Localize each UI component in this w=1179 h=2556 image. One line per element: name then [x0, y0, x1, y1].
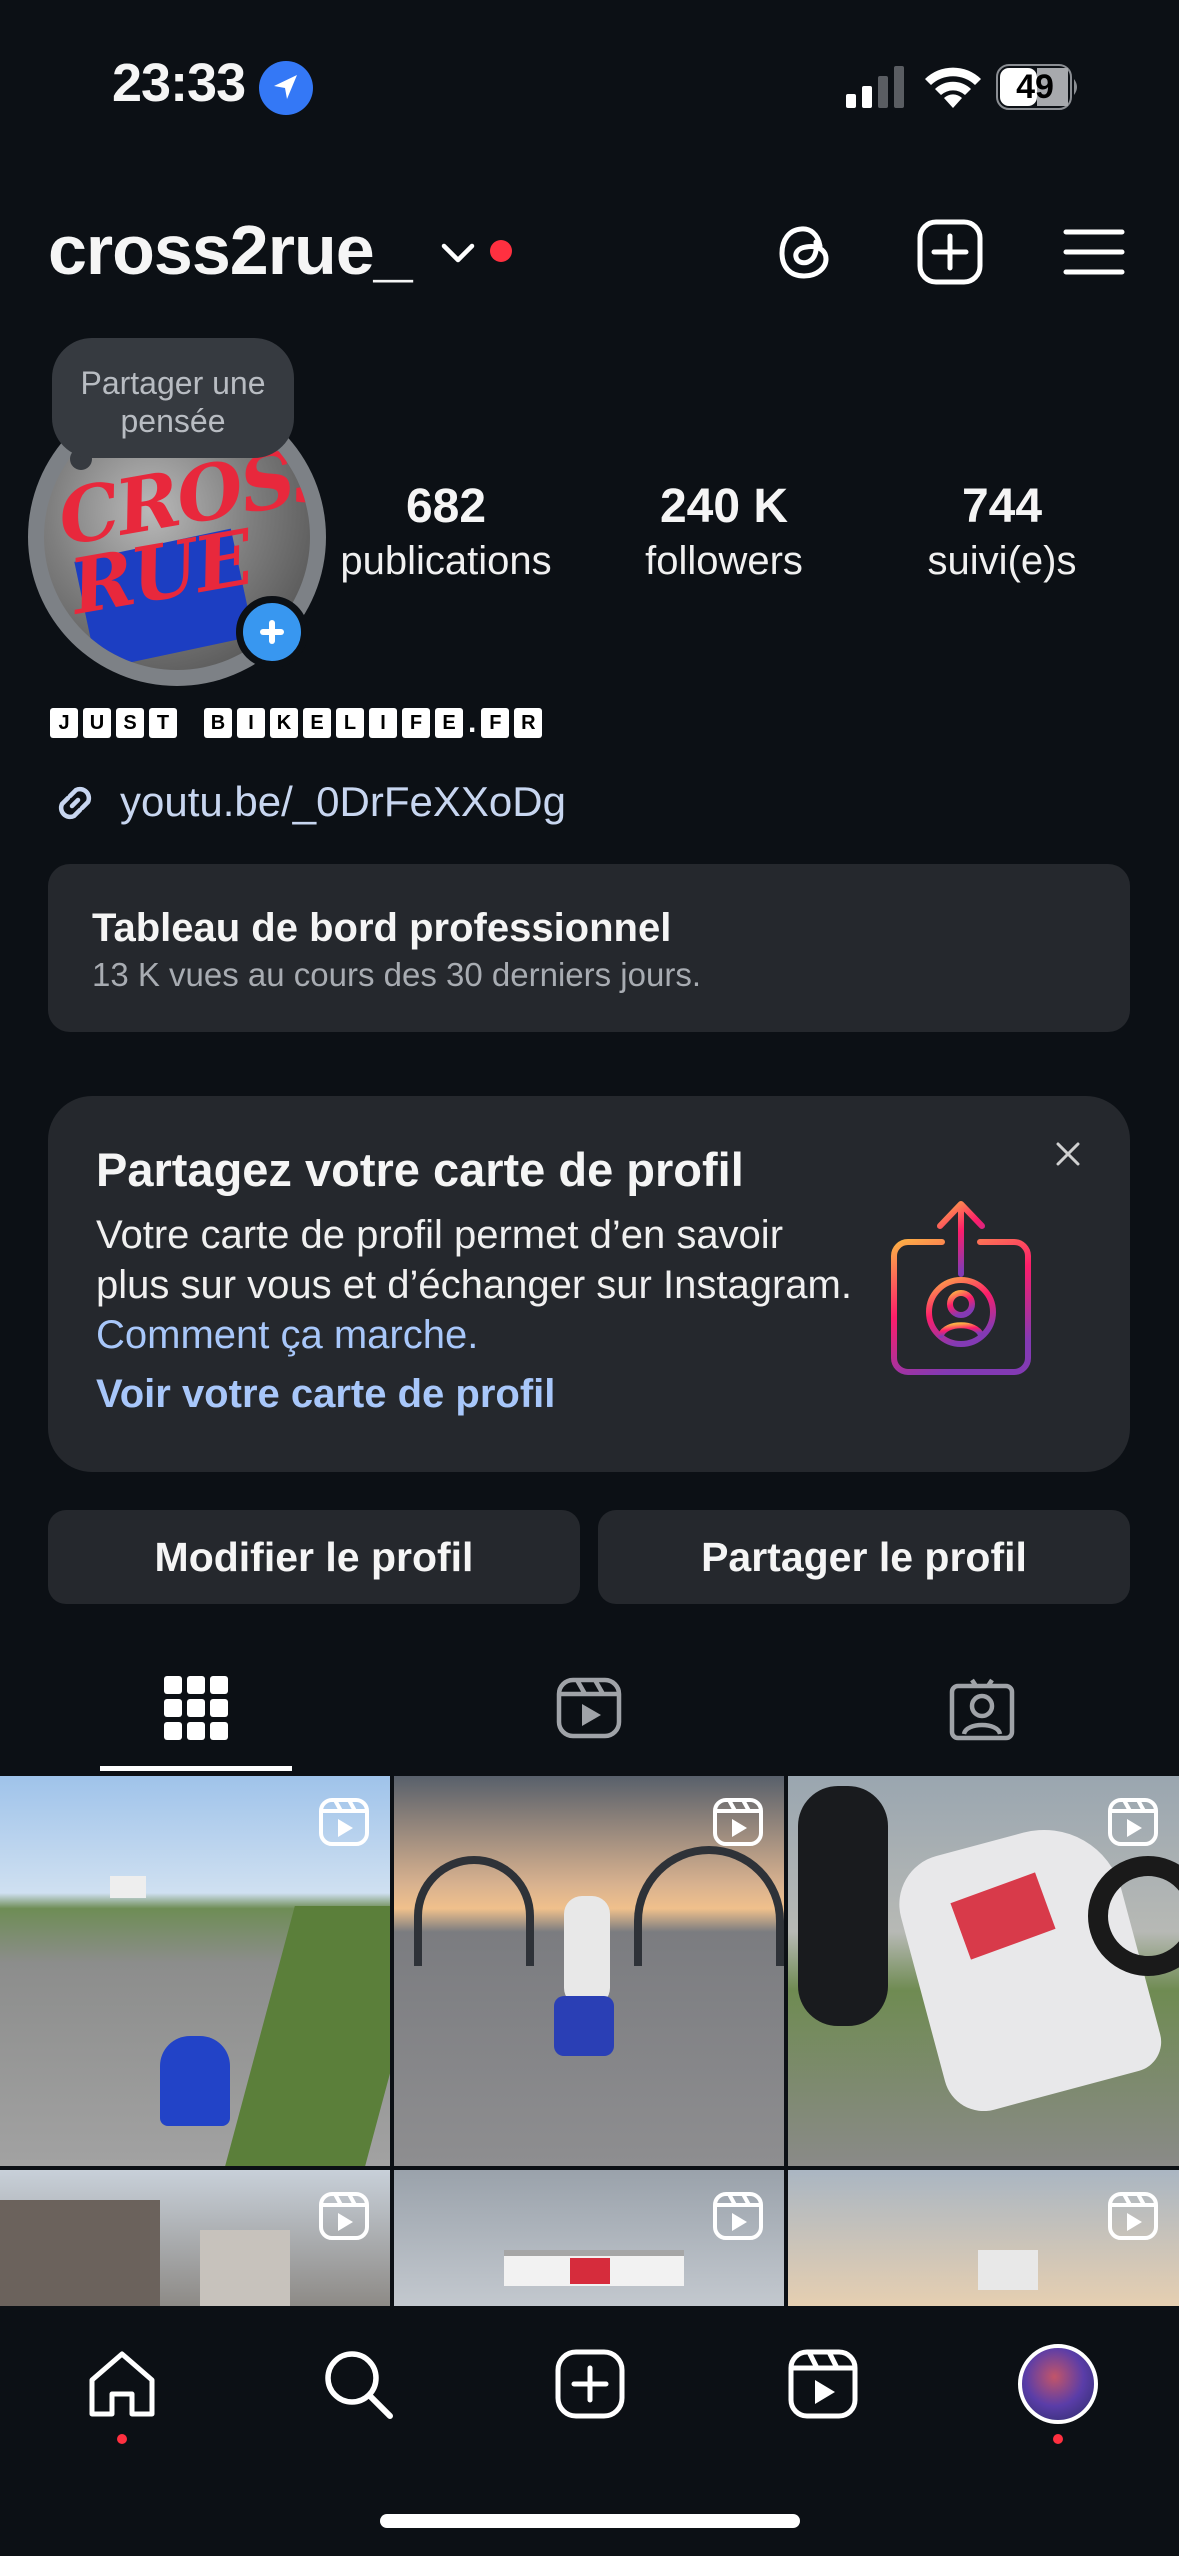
tab-reels[interactable]: [393, 1660, 785, 1776]
tab-posts-grid[interactable]: [0, 1660, 392, 1776]
stat-followers[interactable]: 240 K followers: [594, 478, 854, 586]
chevron-down-icon[interactable]: [438, 238, 478, 268]
post-thumbnail[interactable]: [788, 2170, 1179, 2306]
stat-label: publications: [340, 539, 552, 583]
promo-title: Partagez votre carte de profil: [96, 1143, 744, 1196]
tagged-person-icon: [949, 1678, 1015, 1741]
bio-letter: S: [116, 708, 144, 738]
reel-badge-icon: [1108, 2192, 1158, 2240]
bio-letter: U: [83, 708, 111, 738]
search-icon[interactable]: [318, 2344, 398, 2424]
bio-letter: E: [303, 708, 331, 738]
bio-letter: J: [50, 708, 78, 738]
bio-text: J U S T B I K E L I F E . F R: [50, 708, 547, 738]
post-thumbnail[interactable]: [788, 1776, 1179, 2166]
bio-letter: I: [237, 708, 265, 738]
post-thumbnail[interactable]: [0, 1776, 390, 2166]
tab-tagged[interactable]: [786, 1660, 1178, 1776]
create-post-icon[interactable]: [914, 216, 986, 288]
status-time: 23:33: [112, 53, 246, 113]
stat-label: followers: [645, 539, 803, 583]
profile-notification-dot: [1053, 2434, 1063, 2444]
bio-letter: F: [402, 708, 430, 738]
stat-label: suivi(e)s: [927, 539, 1077, 583]
stat-value: 682: [405, 480, 487, 533]
cellular-signal-icon: [846, 66, 904, 108]
add-story-button[interactable]: [236, 596, 308, 668]
home-notification-dot: [117, 2434, 127, 2444]
reels-nav-icon[interactable]: [783, 2344, 863, 2424]
reels-icon: [556, 1677, 622, 1739]
username-switcher[interactable]: cross2rue_: [48, 210, 413, 290]
profile-link[interactable]: youtu.be/_0DrFeXXoDg: [120, 776, 566, 828]
notification-dot: [490, 240, 512, 262]
reel-badge-icon: [713, 1798, 763, 1846]
posts-grid: [0, 1776, 1179, 2306]
close-icon[interactable]: [1050, 1136, 1086, 1172]
promo-body-text: Votre carte de profil permet d’en savoir…: [96, 1213, 852, 1307]
stat-publications[interactable]: 682 publications: [316, 478, 576, 586]
profile-card-promo: Partagez votre carte de profil Votre car…: [48, 1096, 1130, 1472]
reel-badge-icon: [319, 2192, 369, 2240]
bio-letter: K: [270, 708, 298, 738]
post-thumbnail[interactable]: [394, 2170, 784, 2306]
promo-body: Votre carte de profil permet d’en savoir…: [96, 1210, 866, 1360]
threads-icon[interactable]: [770, 216, 842, 288]
link-icon: [58, 786, 92, 820]
bio-letter: R: [514, 708, 543, 738]
share-profile-button[interactable]: Partager le profil: [598, 1510, 1130, 1604]
bio-letter: B: [204, 708, 232, 738]
reel-badge-icon: [713, 2192, 763, 2240]
menu-icon[interactable]: [1058, 216, 1130, 288]
reel-badge-icon: [319, 1798, 369, 1846]
bio-letter: I: [369, 708, 397, 738]
dashboard-title: Tableau de bord professionnel: [92, 906, 672, 950]
grid-icon: [164, 1676, 228, 1740]
dashboard-subtitle: 13 K vues au cours des 30 derniers jours…: [92, 956, 702, 993]
bio-letter: L: [336, 708, 364, 738]
stat-value: 240 K: [659, 480, 789, 533]
profile-card-share-icon: [891, 1201, 1031, 1375]
edit-profile-button[interactable]: Modifier le profil: [48, 1510, 580, 1604]
stat-value: 744: [961, 480, 1043, 533]
reel-badge-icon: [1108, 1798, 1158, 1846]
bio-dot: .: [468, 706, 477, 739]
battery-level: 49: [1016, 68, 1054, 106]
share-thought-bubble[interactable]: Partager une pensée: [52, 338, 294, 458]
active-tab-indicator: [100, 1766, 292, 1771]
bio-letter: F: [481, 708, 510, 738]
home-indicator: [380, 2514, 800, 2528]
home-icon[interactable]: [82, 2344, 162, 2424]
view-profile-card-link[interactable]: Voir votre carte de profil: [96, 1368, 555, 1420]
post-thumbnail[interactable]: [394, 1776, 784, 2166]
post-thumbnail[interactable]: [0, 2170, 390, 2306]
location-arrow-icon: [259, 61, 313, 115]
how-it-works-link[interactable]: Comment ça marche.: [96, 1313, 478, 1357]
bio-letter: T: [149, 708, 177, 738]
professional-dashboard[interactable]: Tableau de bord professionnel 13 K vues …: [48, 864, 1130, 1032]
profile-nav-avatar[interactable]: [1018, 2344, 1098, 2424]
wifi-icon: [925, 67, 981, 108]
bio-letter: E: [435, 708, 463, 738]
create-icon[interactable]: [550, 2344, 630, 2424]
stat-following[interactable]: 744 suivi(e)s: [872, 478, 1132, 586]
